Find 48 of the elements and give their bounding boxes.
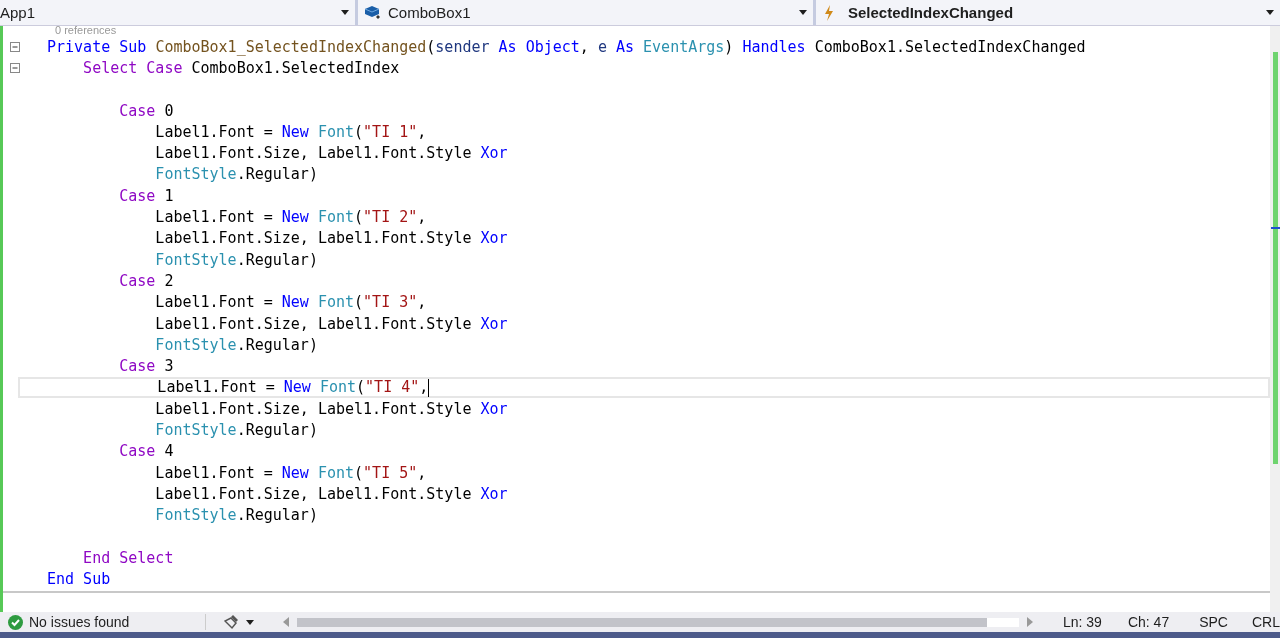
broom-icon: [224, 614, 241, 630]
code-line: Private Sub ComboBox1_SelectedIndexChanged(sender As Object, e As EventArgs) Handles ComboBox1.SelectedIndexChanged: [47, 36, 1086, 57]
code-line: FontStyle.Regular): [154, 164, 318, 185]
indent-mode[interactable]: SPC: [1199, 614, 1228, 630]
code-line: Label1.Font.Size, Label1.Font.Style Xor: [154, 483, 508, 504]
cube-icon: [364, 4, 382, 21]
line-number[interactable]: Ln: 39: [1063, 614, 1102, 630]
code-line: Label1.Font.Size, Label1.Font.Style Xor: [154, 398, 508, 419]
code-line: Label1.Font = New Font("TI 2",: [154, 207, 427, 227]
code-line: Label1.Font = New Font("TI 1",: [154, 121, 427, 142]
code-line: Select Case ComboBox1.SelectedIndex: [82, 57, 400, 78]
check-icon: [8, 614, 23, 630]
caret-icon: [341, 10, 349, 15]
horizontal-scrollbar[interactable]: [283, 617, 1033, 627]
code-line: Label1.Font.Size, Label1.Font.Style Xor: [154, 228, 508, 249]
vertical-scrollbar[interactable]: [1270, 26, 1280, 612]
code-line: Label1.Font.Size, Label1.Font.Style Xor: [154, 313, 508, 334]
code-line: Case 0: [118, 100, 174, 121]
collapse-icon[interactable]: [10, 62, 20, 73]
code-line: End Select: [82, 547, 174, 568]
text-caret: [428, 378, 430, 397]
object-dropdown[interactable]: ComboBox1: [358, 0, 816, 25]
issues-status[interactable]: No issues found: [29, 614, 130, 630]
event-dropdown[interactable]: SelectedIndexChanged: [816, 0, 1280, 25]
code-line: Label1.Font = New Font("TI 5",: [154, 462, 427, 483]
lightning-icon: [824, 4, 834, 21]
scroll-right-icon[interactable]: [1027, 617, 1033, 627]
code-line: FontStyle.Regular): [154, 249, 318, 270]
scroll-left-icon[interactable]: [283, 617, 290, 627]
code-line: FontStyle.Regular): [154, 505, 318, 526]
caret-icon: [1266, 10, 1274, 15]
code-line: FontStyle.Regular): [154, 334, 318, 355]
column-number[interactable]: Ch: 47: [1127, 614, 1170, 630]
caret-icon: [246, 619, 255, 625]
code-line: Case 1: [118, 185, 174, 206]
code-line: Label1.Font = New Font("TI 3",: [154, 292, 427, 313]
collapse-icon[interactable]: [10, 41, 20, 52]
code-line: End Sub: [47, 569, 111, 590]
project-dropdown[interactable]: App1: [0, 0, 358, 25]
code-line: Case 4: [118, 441, 174, 462]
code-line: Case 3: [118, 356, 174, 377]
caret-marker: [1271, 227, 1280, 229]
code-line: FontStyle.Regular): [154, 420, 318, 440]
line-ending[interactable]: CRL: [1251, 614, 1280, 630]
code-line: Label1.Font.Size, Label1.Font.Style Xor: [154, 143, 508, 164]
code-line: Label1.Font = New Font("TI 4",: [156, 377, 430, 398]
code-line: Case 2: [118, 270, 174, 291]
caret-icon: [799, 10, 807, 15]
